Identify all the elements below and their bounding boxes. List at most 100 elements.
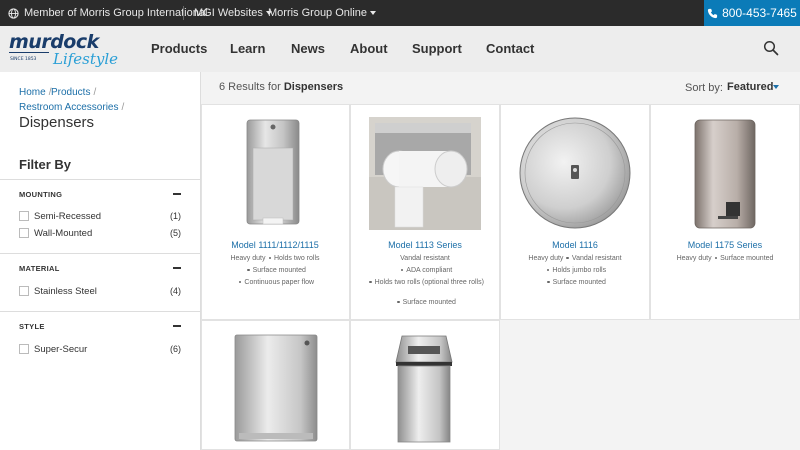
morris-online-label: Morris Group Online	[268, 7, 368, 19]
mgi-websites-dropdown[interactable]: MGI Websites	[194, 0, 272, 26]
product-image-1116[interactable]	[517, 117, 633, 230]
feature-line: Heavy duty Vandal resistant	[501, 255, 649, 263]
phone-icon	[708, 8, 718, 18]
nav-support[interactable]: Support	[412, 41, 462, 56]
page-title: Dispensers	[19, 114, 95, 131]
breadcrumb-separator: /	[121, 102, 125, 113]
option-label: Stainless Steel	[34, 285, 97, 297]
feature-line: ADA compliant	[351, 267, 499, 275]
bullet	[369, 280, 372, 284]
product-image-1113[interactable]	[369, 117, 481, 230]
checkbox[interactable]	[19, 228, 29, 238]
option-count: (4)	[170, 286, 181, 296]
product-title[interactable]: Model 1175 Series	[651, 240, 799, 250]
feature-text: Surface mounted	[720, 255, 774, 262]
morris-online-dropdown[interactable]: Morris Group Online	[268, 0, 377, 26]
filter-option-wall-mounted[interactable]: Wall-Mounted (5)	[19, 226, 181, 240]
nav-learn[interactable]: Learn	[230, 41, 265, 56]
results-count-text: 6 Results for	[219, 81, 281, 93]
nav-about[interactable]: About	[350, 41, 388, 56]
feature-line: Surface mounted	[201, 267, 349, 275]
model-prefix: Model	[231, 240, 259, 250]
filter-material-heading[interactable]: MATERIAL	[19, 264, 60, 273]
filter-option-semi-recessed[interactable]: Semi-Recessed (1)	[19, 209, 181, 223]
search-icon	[763, 40, 779, 56]
globe-icon	[8, 7, 19, 19]
feature-text: Vandal resistant	[400, 255, 450, 262]
feature-line: Surface mounted	[351, 299, 499, 307]
svg-text:SINCE 1853: SINCE 1853	[10, 56, 37, 62]
model-prefix: Model	[687, 240, 715, 250]
breadcrumb-home-label: Home	[19, 87, 46, 98]
nav-products[interactable]: Products	[151, 41, 207, 56]
site-logo[interactable]: murdock Lifestyle SINCE 1853	[9, 31, 131, 71]
search-button[interactable]	[763, 40, 779, 56]
model-prefix: Model	[388, 240, 416, 250]
divider	[0, 253, 201, 254]
option-count: (1)	[170, 211, 181, 221]
feature-line: Vandal resistant	[351, 255, 499, 263]
model-number: 1111/1112/1115	[258, 240, 319, 250]
murdock-logo-icon: murdock Lifestyle SINCE 1853	[9, 31, 118, 68]
model-prefix: Model	[552, 240, 580, 250]
filter-option-super-secur[interactable]: Super-Secur (6)	[19, 342, 181, 356]
breadcrumb-restroom-label: Restroom Accessories	[19, 102, 119, 113]
feature-text: Holds two rolls (optional three rolls)	[374, 279, 484, 286]
product-image-paper-towel[interactable]	[233, 333, 319, 445]
checkbox[interactable]	[19, 344, 29, 354]
model-number: 1116	[579, 240, 598, 250]
product-title[interactable]: Model 1113 Series	[351, 240, 499, 250]
checkbox[interactable]	[19, 286, 29, 296]
bullet	[546, 268, 550, 272]
filter-style-heading[interactable]: STYLE	[19, 322, 45, 331]
collapse-icon[interactable]	[173, 193, 181, 195]
feature-text: ADA compliant	[406, 267, 453, 274]
mgi-websites-label: MGI Websites	[194, 7, 263, 19]
feature-text: Holds jumbo rolls	[552, 267, 607, 274]
filter-mounting-heading[interactable]: MOUNTING	[19, 190, 62, 199]
bullet	[238, 280, 242, 284]
results-count: 6 Results for Dispensers	[219, 81, 343, 93]
option-count: (5)	[170, 228, 181, 238]
filter-option-stainless-steel[interactable]: Stainless Steel (4)	[19, 284, 181, 298]
nav-news[interactable]: News	[291, 41, 325, 56]
results-term: Dispensers	[283, 81, 344, 93]
breadcrumb-products-label: Products	[51, 87, 91, 98]
filter-title: Filter By	[19, 157, 72, 172]
product-image-1111[interactable]	[243, 118, 303, 230]
breadcrumb-restroom[interactable]: Restroom Accessories /	[19, 102, 124, 113]
breadcrumb-home[interactable]: Home /	[19, 87, 51, 98]
option-label: Semi-Recessed	[34, 210, 102, 222]
nav-contact[interactable]: Contact	[486, 41, 534, 56]
breadcrumb-products[interactable]: Products /	[51, 87, 96, 98]
chevron-down-icon[interactable]	[773, 85, 779, 89]
bullet	[397, 300, 400, 304]
feature-text: Heavy duty	[676, 255, 712, 262]
collapse-icon[interactable]	[173, 325, 181, 327]
top-bar: Member of Morris Group International MGI…	[0, 0, 800, 26]
bullet	[566, 256, 569, 260]
feature-text: Continuous paper flow	[244, 279, 315, 286]
product-image-1175[interactable]	[692, 118, 760, 230]
product-title[interactable]: Model 1111/1112/1115	[201, 240, 349, 250]
feature-text: Surface mounted	[252, 267, 306, 274]
feature-text: Surface mounted	[402, 299, 456, 306]
collapse-icon[interactable]	[173, 267, 181, 269]
sort-dropdown[interactable]: Featured	[727, 81, 773, 93]
option-label: Super-Secur	[34, 343, 88, 355]
feature-text: Heavy duty	[230, 255, 266, 262]
product-image-waste-receptacle[interactable]	[392, 332, 456, 444]
feature-line: Heavy duty Surface mounted	[651, 255, 799, 263]
member-link[interactable]: Member of Morris Group International	[8, 0, 207, 26]
feature-text: Surface mounted	[552, 279, 606, 286]
bullet	[547, 280, 550, 284]
bullet	[400, 268, 404, 272]
breadcrumb-separator: /	[93, 87, 97, 98]
chevron-down-icon	[370, 11, 377, 15]
phone-button[interactable]: 800-453-7465	[704, 0, 800, 26]
product-title[interactable]: Model 1116	[501, 240, 649, 250]
bullet	[247, 268, 250, 272]
checkbox[interactable]	[19, 211, 29, 221]
model-number: 1175 Series	[714, 240, 763, 250]
divider	[183, 6, 184, 20]
